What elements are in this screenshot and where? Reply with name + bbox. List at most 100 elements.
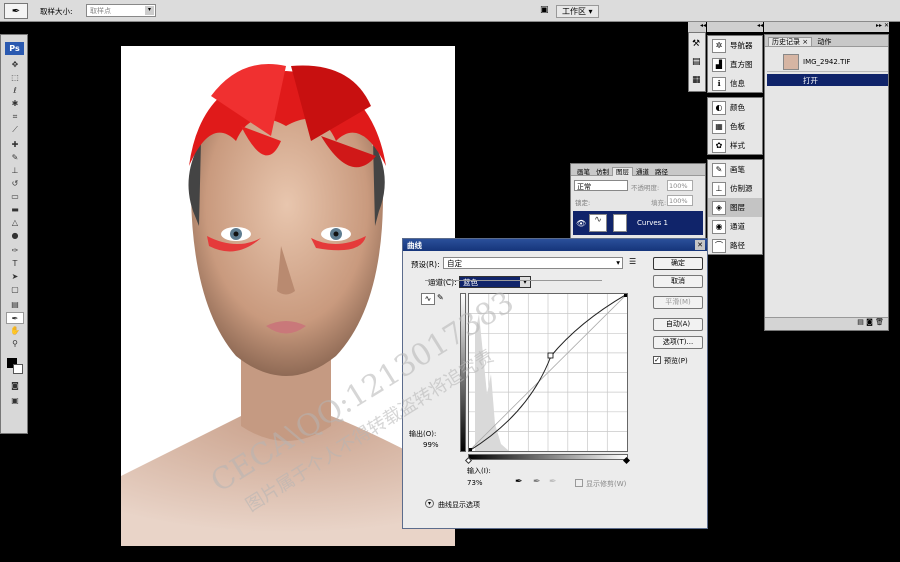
- histogram-item[interactable]: ▟ 直方图: [708, 55, 762, 74]
- curve-point-tool-icon[interactable]: ∿: [421, 293, 435, 305]
- options-button[interactable]: 选项(T)...: [653, 336, 703, 349]
- white-point-eyedropper-icon[interactable]: ✒: [549, 477, 557, 487]
- info-icon: ℹ: [712, 77, 726, 91]
- new-document-icon[interactable]: ▤: [857, 318, 864, 326]
- eyedropper-tool-icon[interactable]: ✒: [6, 312, 24, 324]
- cancel-button[interactable]: 取消: [653, 275, 703, 288]
- preset-options-icon[interactable]: ☰: [629, 257, 636, 266]
- fill-field[interactable]: 100%: [667, 195, 693, 206]
- chevron-down-icon[interactable]: ▾: [425, 499, 434, 508]
- eyedropper-tool-preset[interactable]: ✒: [4, 3, 28, 19]
- clone-stamp-tool-icon[interactable]: ⊥: [6, 165, 24, 177]
- background-color-swatch[interactable]: [13, 364, 23, 374]
- shape-tool-icon[interactable]: ▢: [6, 284, 24, 296]
- clone-source-item[interactable]: ⊥ 仿制源: [708, 179, 762, 198]
- collapse-panels[interactable]: ◂◂: [707, 22, 763, 32]
- collapse-icon-strip[interactable]: ◂◂: [688, 22, 706, 32]
- navigator-item[interactable]: ✲ 导航器: [708, 36, 762, 55]
- dodge-tool-icon[interactable]: ●: [6, 230, 24, 242]
- paths-icon: ⌒: [712, 239, 726, 253]
- crop-tool-icon[interactable]: ⌗: [6, 111, 24, 123]
- history-panel-collapse[interactable]: ▸▸ ✕: [764, 22, 889, 32]
- blur-tool-icon[interactable]: △: [6, 217, 24, 229]
- layer-row-curves[interactable]: 👁 ∿ Curves 1: [573, 211, 703, 235]
- ok-button[interactable]: 确定: [653, 257, 703, 270]
- layer-comps-icon[interactable]: ▦: [692, 75, 701, 85]
- close-icon[interactable]: ✕: [695, 240, 705, 250]
- channels-icon: ◉: [712, 220, 726, 234]
- tab-layers[interactable]: 图层: [612, 167, 633, 176]
- pen-tool-icon[interactable]: ✑: [6, 245, 24, 257]
- info-item[interactable]: ℹ 信息: [708, 74, 762, 93]
- workspace-icon[interactable]: ▣: [540, 5, 549, 15]
- trash-icon[interactable]: 🗑: [875, 318, 884, 326]
- eye-icon[interactable]: 👁: [576, 219, 586, 228]
- tab-actions[interactable]: 动作: [814, 38, 834, 46]
- curves-adjustment-icon: ∿: [589, 214, 607, 232]
- brush-panel-group: ✎ 画笔 ⊥ 仿制源 ◈ 图层 ◉ 通道 ⌒ 路径: [707, 159, 763, 255]
- styles-item[interactable]: ✿ 样式: [708, 136, 762, 155]
- paths-item[interactable]: ⌒ 路径: [708, 236, 762, 255]
- screen-mode-icon[interactable]: ▣: [6, 395, 24, 407]
- input-value[interactable]: 73%: [467, 479, 483, 487]
- show-clipping-checkbox[interactable]: [575, 479, 583, 487]
- tab-clone[interactable]: 仿制: [593, 168, 612, 176]
- brush-icon: ✎: [712, 163, 726, 177]
- history-brush-tool-icon[interactable]: ↺: [6, 178, 24, 190]
- smooth-button[interactable]: 平滑(M): [653, 296, 703, 309]
- gray-point-eyedropper-icon[interactable]: ✒: [533, 477, 541, 487]
- type-tool-icon[interactable]: T: [6, 258, 24, 270]
- gradient-tool-icon[interactable]: ▬: [6, 204, 24, 216]
- tab-brushes[interactable]: 画笔: [574, 168, 593, 176]
- history-panel: 历史记录 × 动作 IMG_2942.TIF 打开 ▤ ◙ 🗑: [764, 34, 889, 331]
- layers-item[interactable]: ◈ 图层: [708, 198, 762, 217]
- tool-presets-icon[interactable]: ⚒: [692, 39, 700, 49]
- channel-select[interactable]: 蓝色 ▾: [459, 276, 531, 288]
- black-point-eyedropper-icon[interactable]: ✒: [515, 477, 523, 487]
- pencil-tool-icon[interactable]: ✎: [437, 293, 449, 305]
- channels-item[interactable]: ◉ 通道: [708, 217, 762, 236]
- sample-size-select[interactable]: 取样点 ▾: [86, 4, 156, 17]
- preset-select[interactable]: 自定 ▾: [443, 257, 623, 269]
- tab-channels[interactable]: 通道: [633, 168, 652, 176]
- marquee-tool-icon[interactable]: ⬚: [6, 72, 24, 84]
- output-value[interactable]: 99%: [423, 441, 439, 449]
- color-panel-group: ◐ 颜色 ▦ 色板 ✿ 样式: [707, 97, 763, 155]
- preview-checkbox[interactable]: ✓: [653, 356, 661, 364]
- layers-tabs: 画笔 仿制 图层 通道 路径: [571, 164, 705, 176]
- notes-tool-icon[interactable]: ▤: [6, 299, 24, 311]
- workspace-button[interactable]: 工作区 ▾: [556, 5, 599, 18]
- photoshop-logo[interactable]: Ps: [5, 42, 24, 55]
- path-selection-tool-icon[interactable]: ➤: [6, 271, 24, 283]
- snapshot-icon[interactable]: ◙: [866, 318, 873, 326]
- swatches-item[interactable]: ▦ 色板: [708, 117, 762, 136]
- toolbox: Ps ✥ ⬚ ℓ ✱ ⌗ ⟋ ✚ ✎ ⊥ ↺ ▭ ▬ △ ● ✑ T ➤ ▢ ▤…: [0, 34, 28, 434]
- styles-icon: ✿: [712, 139, 726, 153]
- brushes-icon[interactable]: ▤: [692, 57, 701, 67]
- blend-mode-select[interactable]: 正常: [574, 180, 628, 191]
- eraser-tool-icon[interactable]: ▭: [6, 191, 24, 203]
- tab-paths[interactable]: 路径: [652, 168, 671, 176]
- zoom-tool-icon[interactable]: ⚲: [6, 338, 24, 350]
- chevron-down-icon: ▾: [520, 277, 530, 287]
- lasso-tool-icon[interactable]: ℓ: [6, 85, 24, 97]
- brush-tool-icon[interactable]: ✎: [6, 152, 24, 164]
- tab-history[interactable]: 历史记录 ×: [768, 37, 813, 46]
- color-item[interactable]: ◐ 颜色: [708, 98, 762, 117]
- quick-mask-icon[interactable]: ◙: [6, 380, 24, 392]
- layers-panel: 画笔 仿制 图层 通道 路径 正常 不透明度: 100% 锁定: 填充: 100% 👁 …: [570, 163, 706, 239]
- opacity-field[interactable]: 100%: [667, 180, 693, 191]
- brushes-item[interactable]: ✎ 画笔: [708, 160, 762, 179]
- history-snapshot[interactable]: IMG_2942.TIF: [767, 52, 888, 72]
- magic-wand-tool-icon[interactable]: ✱: [6, 98, 24, 110]
- auto-button[interactable]: 自动(A): [653, 318, 703, 331]
- snapshot-thumbnail: [783, 54, 799, 70]
- history-step-open[interactable]: 打开: [767, 74, 888, 86]
- color-icon: ◐: [712, 101, 726, 115]
- history-footer: ▤ ◙ 🗑: [765, 317, 888, 330]
- slice-tool-icon[interactable]: ⟋: [6, 124, 24, 136]
- layer-mask-thumbnail: [613, 214, 627, 232]
- hand-tool-icon[interactable]: ✋: [6, 325, 24, 337]
- move-tool-icon[interactable]: ✥: [6, 59, 24, 71]
- healing-brush-tool-icon[interactable]: ✚: [6, 139, 24, 151]
